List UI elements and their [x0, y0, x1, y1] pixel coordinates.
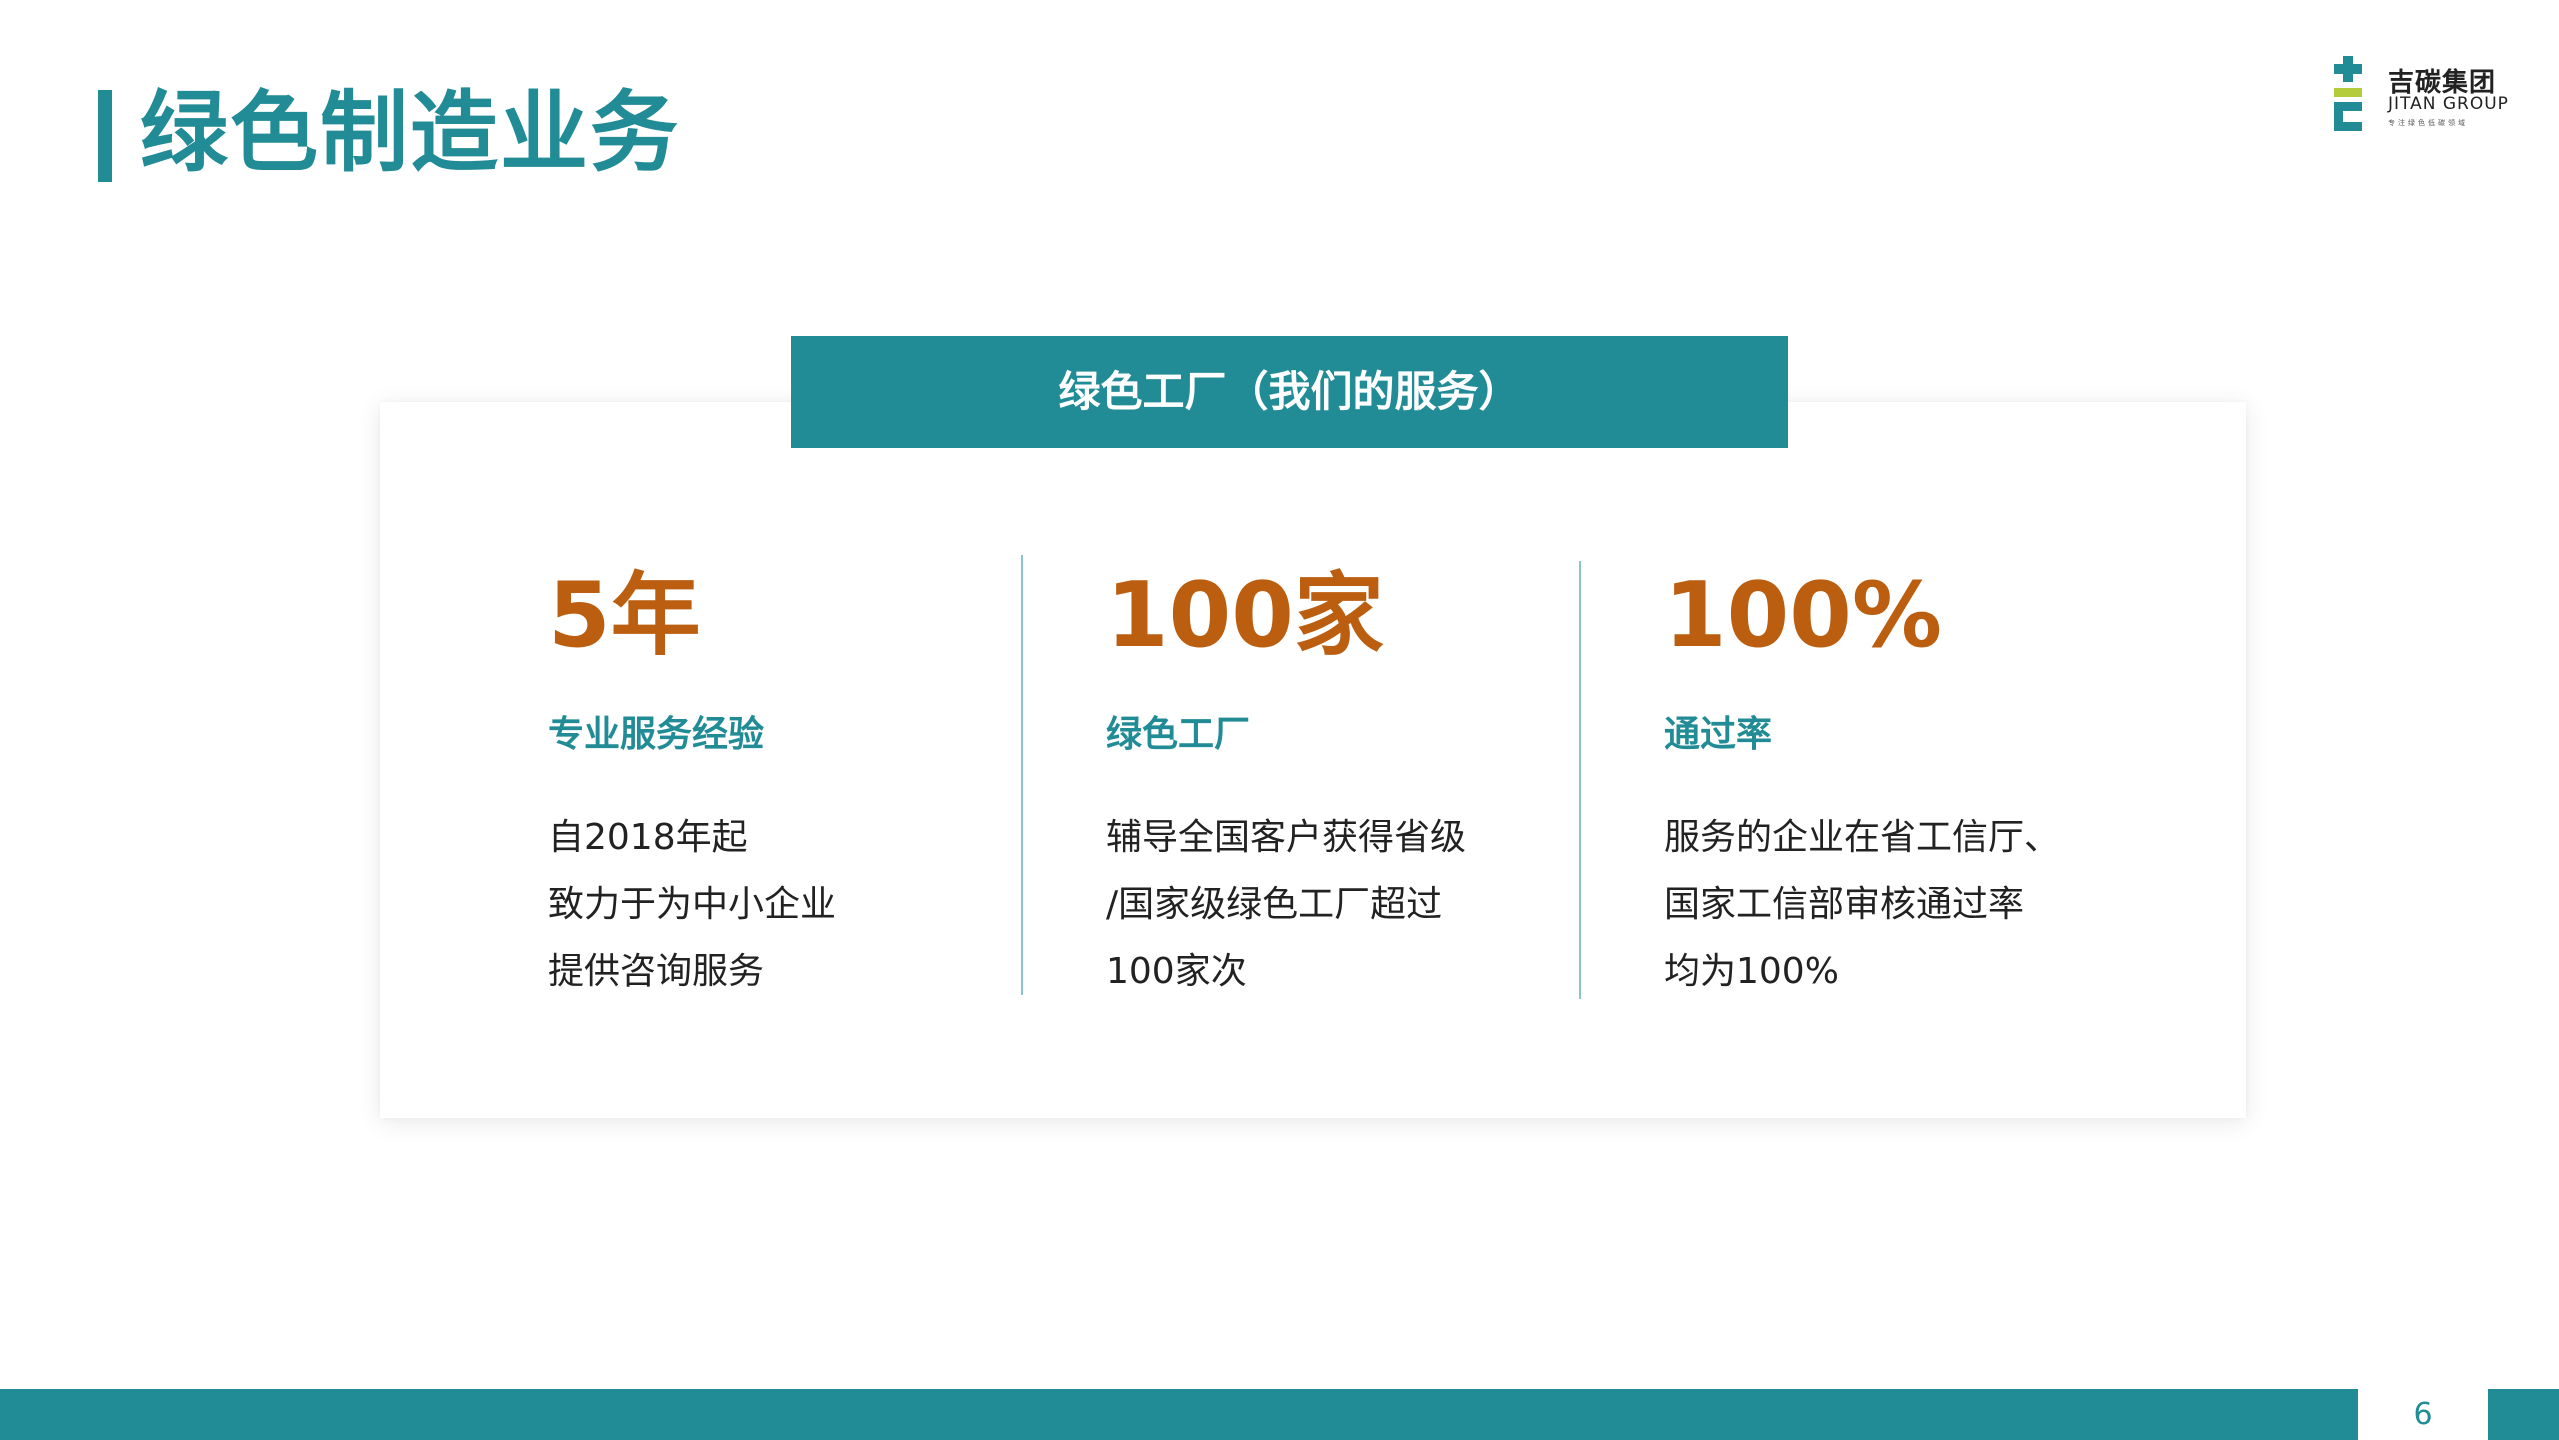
description-line: 服务的企业在省工信厅、: [1664, 817, 2061, 858]
stat-description: 服务的企业在省工信厅、 国家工信部审核通过率 均为100%: [1664, 804, 2104, 1005]
description-line: 自2018年起: [548, 817, 748, 858]
stat-column-pass-rate: 100% 通过率 服务的企业在省工信厅、 国家工信部审核通过率 均为100%: [1664, 560, 2104, 1005]
logo-name-en: JITAN GROUP: [2388, 94, 2509, 114]
stat-column-factories: 100家 绿色工厂 辅导全国客户获得省级 /国家级绿色工厂超过 100家次: [1106, 560, 1546, 1005]
description-line: 均为100%: [1664, 951, 1839, 992]
stat-description: 辅导全国客户获得省级 /国家级绿色工厂超过 100家次: [1106, 804, 1546, 1005]
column-divider: [1579, 561, 1581, 999]
stat-value: 100家: [1106, 563, 1384, 668]
stat-label: 绿色工厂: [1106, 714, 1251, 755]
description-line: 提供咨询服务: [548, 951, 765, 992]
stat-label: 通过率: [1664, 714, 1773, 755]
card-header: 绿色工厂（我们的服务）: [791, 336, 1788, 448]
stat-value: 5年: [548, 563, 701, 668]
stat-label: 专业服务经验: [548, 714, 765, 755]
description-line: 国家工信部审核通过率: [1664, 884, 2025, 925]
description-line: 100家次: [1106, 951, 1247, 992]
title-accent-bar: [98, 90, 112, 182]
description-line: /国家级绿色工厂超过: [1106, 884, 1443, 925]
stat-value: 100%: [1664, 563, 1943, 668]
page-number: 6: [2413, 1397, 2433, 1432]
stat-column-experience: 5年 专业服务经验 自2018年起 致力于为中小企业 提供咨询服务: [548, 560, 988, 1005]
description-line: 辅导全国客户获得省级: [1106, 817, 1467, 858]
description-line: 致力于为中小企业: [548, 884, 837, 925]
logo-mark-icon: [2334, 56, 2362, 131]
company-logo: 吉碳集团 JITAN GROUP 专注绿色低碳领域: [2332, 52, 2512, 140]
column-divider: [1021, 555, 1023, 995]
stat-description: 自2018年起 致力于为中小企业 提供咨询服务: [548, 804, 988, 1005]
footer-bar: [0, 1389, 2358, 1440]
footer-bar-end: [2488, 1389, 2559, 1440]
logo-tagline: 专注绿色低碳领域: [2388, 119, 2468, 127]
page-title: 绿色制造业务: [140, 81, 681, 184]
